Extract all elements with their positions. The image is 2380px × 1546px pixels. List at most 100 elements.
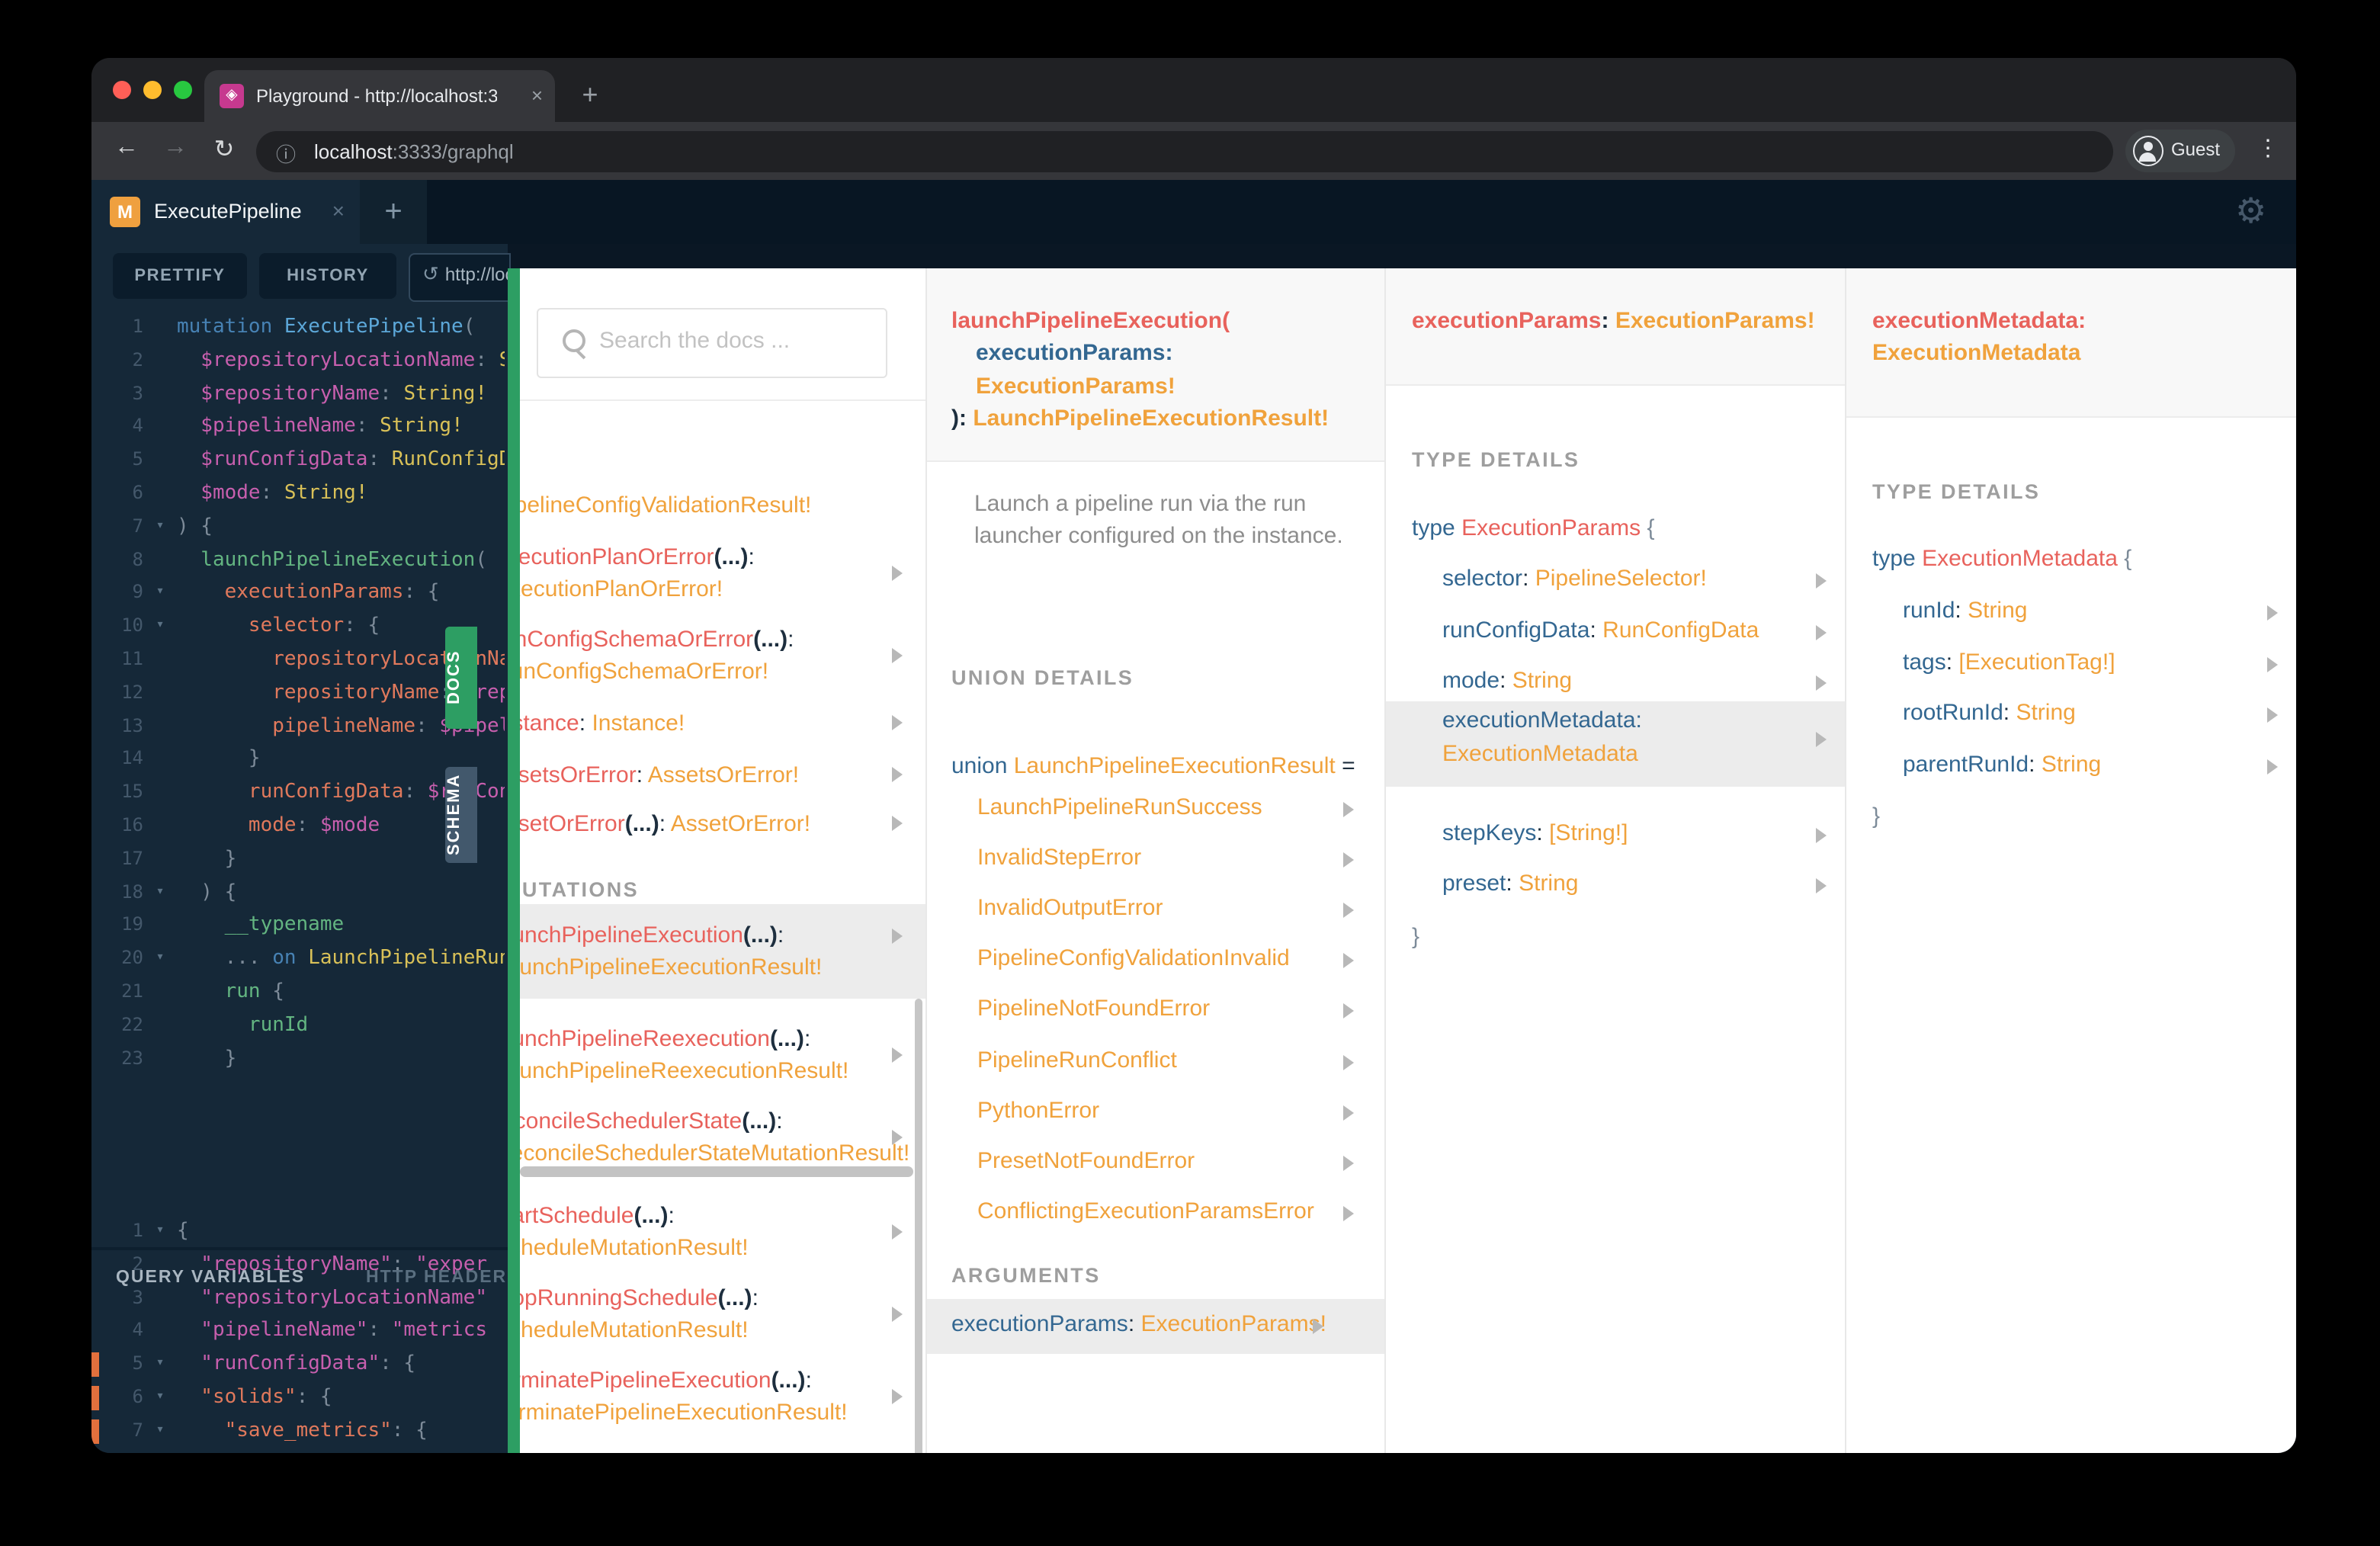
address-bar[interactable]: ⓘ localhost:3333/graphql xyxy=(256,131,2113,172)
code-line[interactable]: 13 pipelineName: $pipelineName xyxy=(91,710,505,743)
query-variables-editor[interactable]: 1 ▾{2 "repositoryName": "exper 3 "reposito… xyxy=(91,1215,505,1453)
code-line[interactable]: 22 runId xyxy=(91,1009,505,1042)
union-member[interactable]: PythonError xyxy=(977,1097,1358,1123)
union-member[interactable]: PipelineRunConflict xyxy=(977,1047,1358,1073)
doc-field-item[interactable]: runConfigSchemaOrError(...): RunConfigSch… xyxy=(520,624,925,688)
code-line[interactable]: 21 run { xyxy=(91,976,505,1009)
settings-gear-icon[interactable]: ⚙ xyxy=(2235,191,2266,232)
doc-field-item-partial[interactable]: PipelineConfigValidationResult! xyxy=(520,489,925,521)
query-editor[interactable]: 1 mutation ExecutePipeline(2 $repositoryL… xyxy=(91,311,505,1092)
fold-caret-icon[interactable]: ▾ xyxy=(149,1381,171,1415)
docs-vertical-scrollbar[interactable] xyxy=(915,999,922,1453)
code-line[interactable]: 18 ▾ ) { xyxy=(91,876,505,909)
type-field-selected[interactable]: executionMetadata: ExecutionMetadata xyxy=(1386,701,1845,786)
docs-panel-edge[interactable] xyxy=(508,268,520,1453)
code-line[interactable]: 5 $runConfigData: RunConfigData! xyxy=(91,444,505,477)
fold-caret-icon[interactable]: ▾ xyxy=(149,577,171,611)
type-field[interactable]: selector: PipelineSelector! xyxy=(1442,566,1872,592)
code-line[interactable]: 12 repositoryName: $repositoryName xyxy=(91,677,505,710)
union-member[interactable]: InvalidStepError xyxy=(977,845,1358,871)
type-field[interactable]: preset: String xyxy=(1442,871,1872,896)
code-line[interactable]: 16 mode: $mode xyxy=(91,810,505,843)
code-line[interactable]: 6 ▾ "solids": { xyxy=(91,1381,505,1415)
code-line[interactable]: 2 $repositoryLocationName: String! xyxy=(91,345,505,378)
code-line[interactable]: 4 $pipelineName: String! xyxy=(91,411,505,444)
type-field[interactable]: runId: String xyxy=(1903,598,2296,624)
browser-menu-icon[interactable]: ⋮ xyxy=(2257,134,2279,162)
back-icon[interactable]: ← xyxy=(110,134,143,162)
tab-close-icon[interactable]: × xyxy=(531,84,543,107)
prettify-button[interactable]: PRETTIFY xyxy=(113,253,247,299)
doc-field-item-selected[interactable]: launchPipelineExecution(...):LaunchPipel… xyxy=(520,904,925,999)
fold-caret-icon[interactable]: ▾ xyxy=(149,1415,171,1448)
doc-field-item[interactable]: executionPlanOrError(...):ExecutionPlanO… xyxy=(520,541,925,605)
code-line[interactable]: 19 __typename xyxy=(91,909,505,943)
doc-field-item[interactable]: deletePipelineRun(...):DeletePipelineRun… xyxy=(520,1447,925,1453)
traffic-minimize-icon[interactable] xyxy=(143,81,162,99)
code-line[interactable]: 10 ▾ selector: { xyxy=(91,610,505,643)
doc-field-item[interactable]: reconcileSchedulerState(...):ReconcileSc… xyxy=(520,1105,925,1169)
doc-field-item[interactable]: stopRunningSchedule(...):ScheduleMutatio… xyxy=(520,1282,925,1346)
union-member[interactable]: LaunchPipelineRunSuccess xyxy=(977,794,1358,820)
type-field[interactable]: runConfigData: RunConfigData xyxy=(1442,617,1872,643)
fold-caret-icon[interactable]: ▾ xyxy=(149,876,171,909)
code-line[interactable]: 11 repositoryLocationName: $repositoryLo… xyxy=(91,643,505,677)
union-member[interactable]: PipelineNotFoundError xyxy=(977,996,1358,1022)
union-member[interactable]: PresetNotFoundError xyxy=(977,1147,1358,1173)
code-line[interactable]: 2 "repositoryName": "exper xyxy=(91,1249,505,1282)
new-tab-button[interactable]: + xyxy=(570,75,610,114)
history-button[interactable]: HISTORY xyxy=(259,253,396,299)
fold-caret-icon[interactable]: ▾ xyxy=(149,511,171,544)
doc-field-item[interactable]: terminatePipelineExecution(...): Terminat… xyxy=(520,1365,925,1429)
code-line[interactable]: 1 ▾{ xyxy=(91,1215,505,1249)
site-info-icon[interactable]: ⓘ xyxy=(276,139,296,168)
endpoint-reload-icon[interactable]: ↺ xyxy=(422,262,439,287)
docs-search-input[interactable]: Search the docs ... xyxy=(537,308,887,378)
doc-field-item[interactable]: assetsOrError: AssetsOrError! xyxy=(520,759,925,791)
traffic-zoom-icon[interactable] xyxy=(174,81,192,99)
browser-tab[interactable]: ◈ Playground - http://localhost:3 × xyxy=(204,70,555,122)
union-member[interactable]: ConflictingExecutionParamsError xyxy=(977,1198,1358,1224)
traffic-close-icon[interactable] xyxy=(113,81,131,99)
code-line[interactable]: 6 $mode: String! xyxy=(91,477,505,511)
code-line[interactable]: 4 "pipelineName": "metrics xyxy=(91,1315,505,1349)
doc-field-item[interactable]: assetOrError(...): AssetOrError! xyxy=(520,808,925,840)
argument-row-selected[interactable]: executionParams: ExecutionParams! xyxy=(927,1299,1384,1354)
doc-field-item[interactable]: instance: Instance! xyxy=(520,707,925,739)
code-line[interactable]: 17 } xyxy=(91,843,505,877)
code-line[interactable]: 3 "repositoryLocationName" xyxy=(91,1281,505,1315)
profile-chip[interactable]: Guest xyxy=(2125,130,2235,172)
fold-caret-icon[interactable]: ▾ xyxy=(149,942,171,976)
doc-field-item[interactable]: launchPipelineReexecution(...): LaunchPip… xyxy=(520,1023,925,1087)
fold-caret-icon[interactable]: ▾ xyxy=(149,1215,171,1249)
fold-caret-icon[interactable]: ▾ xyxy=(149,610,171,643)
code-line[interactable]: 1 mutation ExecutePipeline( xyxy=(91,311,505,345)
forward-icon[interactable]: → xyxy=(159,134,192,162)
playground-new-tab-button[interactable]: + xyxy=(360,180,427,244)
schema-side-tab[interactable]: SCHEMA xyxy=(445,767,477,863)
code-line[interactable]: 8 launchPipelineExecution( xyxy=(91,544,505,577)
docs-side-tab[interactable]: DOCS xyxy=(445,627,477,729)
fold-caret-icon[interactable]: ▾ xyxy=(149,1348,171,1381)
code-line[interactable]: 3 $repositoryName: String! xyxy=(91,377,505,411)
type-field[interactable]: stepKeys: [String!] xyxy=(1442,820,1872,845)
code-line[interactable]: 14 } xyxy=(91,743,505,777)
playground-tab-executepipeline[interactable]: M ExecutePipeline × xyxy=(91,180,360,244)
code-line[interactable]: 7 ▾ "save_metrics": { xyxy=(91,1415,505,1448)
endpoint-input[interactable]: ↺http://localhost:3333/graphql xyxy=(409,253,511,302)
playground-tab-close-icon[interactable]: × xyxy=(332,198,345,223)
code-line[interactable]: 15 runConfigData: $runConfigData xyxy=(91,776,505,810)
refresh-icon[interactable]: ↻ xyxy=(207,134,241,165)
union-member[interactable]: PipelineConfigValidationInvalid xyxy=(977,946,1358,972)
code-line[interactable]: 20▾ ... on LaunchPipelineRunSuccess xyxy=(91,942,505,976)
type-field[interactable]: mode: String xyxy=(1442,668,1872,694)
code-line[interactable]: 9 ▾ executionParams: { xyxy=(91,577,505,611)
type-field[interactable]: rootRunId: String xyxy=(1903,700,2296,726)
union-member[interactable]: InvalidOutputError xyxy=(977,895,1358,921)
type-field[interactable]: tags: [ExecutionTag!] xyxy=(1903,649,2296,675)
doc-field-item[interactable]: startSchedule(...):ScheduleMutationResul… xyxy=(520,1200,925,1264)
code-line[interactable]: 7 ▾) { xyxy=(91,511,505,544)
type-field[interactable]: parentRunId: String xyxy=(1903,751,2296,777)
code-line[interactable]: 5 ▾ "runConfigData": { xyxy=(91,1348,505,1381)
code-line[interactable]: 23 } xyxy=(91,1042,505,1076)
